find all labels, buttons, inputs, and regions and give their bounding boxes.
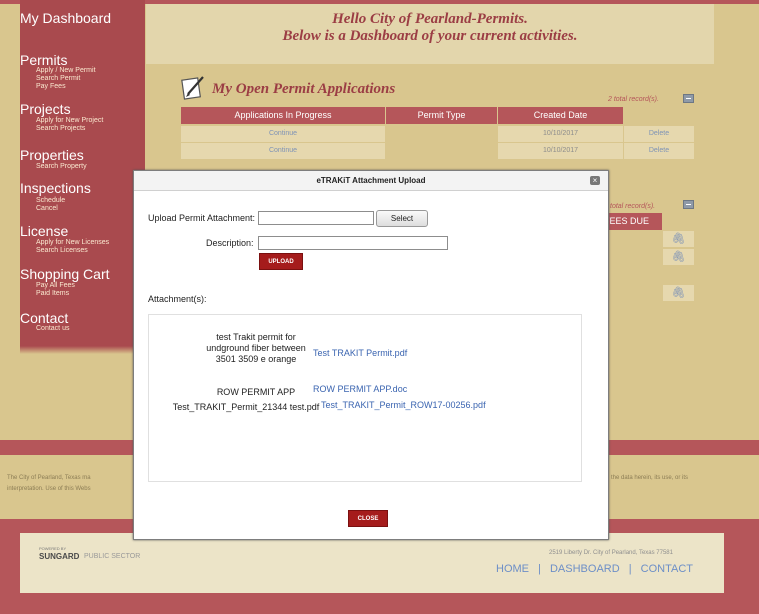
upload-attachment-label: Upload Permit Attachment: — [148, 213, 256, 223]
sidebar-item-paid-items[interactable]: Paid Items — [36, 290, 69, 297]
sidebar-torn-edge — [20, 346, 145, 354]
open-permits-title: My Open Permit Applications — [212, 81, 396, 97]
footer-separator: | — [628, 563, 632, 575]
attachment-description: test Trakit permit for undground fiber b… — [206, 332, 306, 364]
footer-home-link[interactable]: HOME — [496, 563, 529, 575]
description-label: Description: — [206, 238, 254, 248]
sidebar-section-shopping-cart[interactable]: Shopping Cart — [20, 266, 110, 282]
paperclip-icon[interactable]: 🖇 — [663, 231, 694, 247]
attachments-label: Attachment(s): — [148, 294, 207, 304]
greeting-line-2: Below is a Dashboard of your current act… — [282, 28, 578, 44]
attachment-file-link[interactable]: ROW PERMIT APP.doc — [313, 384, 407, 394]
attachment-file-link[interactable]: Test TRAKIT Permit.pdf — [313, 348, 407, 358]
sidebar-item-apply-new-permit[interactable]: Apply / New Permit — [36, 67, 96, 74]
continue-link[interactable]: Continue — [181, 143, 385, 159]
sidebar-item-pay-all-fees[interactable]: Pay All Fees — [36, 282, 75, 289]
attachment-upload-dialog: eTRAKiT Attachment Upload × Upload Permi… — [133, 170, 609, 540]
sidebar-section-inspections[interactable]: Inspections — [20, 180, 91, 196]
disclaimer-text-left: The City of Pearland, Texas ma — [7, 475, 91, 481]
footer-separator: | — [538, 563, 541, 575]
sidebar-section-license[interactable]: License — [20, 223, 68, 239]
close-button[interactable]: CLOSE — [348, 510, 388, 527]
paperclip-icon[interactable]: 🖇 — [663, 285, 694, 301]
paperclip-icon[interactable]: 🖇 — [663, 249, 694, 265]
sidebar-item-cancel[interactable]: Cancel — [36, 205, 58, 212]
attachments-list: test Trakit permit for undground fiber b… — [148, 314, 582, 482]
attachment-description: Test_TRAKIT_Permit_21344 test.pdf — [172, 402, 320, 412]
sungard-logo: SUNGARD — [39, 552, 80, 561]
collapse-open-permits-button[interactable] — [683, 94, 694, 103]
column-header-permit-type: Permit Type — [386, 107, 497, 124]
footer-dashboard-link[interactable]: DASHBOARD — [550, 563, 620, 575]
attachment-file-link[interactable]: Test_TRAKIT_Permit_ROW17-00256.pdf — [321, 400, 486, 410]
public-sector-label: PUBLIC SECTOR — [84, 553, 141, 560]
powered-by-label: POWERED BY — [39, 546, 67, 551]
column-header-applications: Applications In Progress — [181, 107, 385, 124]
sidebar-item-search-permit[interactable]: Search Permit — [36, 75, 80, 82]
sidebar-item-search-licenses[interactable]: Search Licenses — [36, 247, 88, 254]
sidebar-item-search-projects[interactable]: Search Projects — [36, 125, 85, 132]
sidebar-item-search-property[interactable]: Search Property — [36, 163, 87, 170]
select-file-button[interactable]: Select — [376, 210, 428, 227]
sidebar-dashboard-link[interactable]: My Dashboard — [20, 10, 111, 26]
delete-link[interactable]: Delete — [624, 126, 694, 142]
attachment-description: ROW PERMIT APP — [216, 387, 296, 397]
description-input[interactable] — [258, 236, 448, 250]
delete-link[interactable]: Delete — [624, 143, 694, 159]
collapse-second-section-button[interactable] — [683, 200, 694, 209]
created-date-cell: 10/10/2017 — [498, 143, 623, 159]
disclaimer-text-right: the data herein, its use, or its — [611, 475, 689, 481]
pencil-paper-icon — [180, 74, 206, 100]
footer-contact-link[interactable]: CONTACT — [641, 563, 693, 575]
created-date-cell: 10/10/2017 — [498, 126, 623, 142]
dialog-title: eTRAKiT Attachment Upload — [134, 171, 608, 191]
column-header-created-date: Created Date — [498, 107, 623, 124]
sidebar-item-apply-new-licenses[interactable]: Apply for New Licenses — [36, 239, 109, 246]
upload-file-input[interactable] — [258, 211, 374, 225]
greeting-line-1: Hello City of Pearland-Permits. — [332, 11, 528, 27]
sidebar-item-schedule[interactable]: Schedule — [36, 197, 65, 204]
open-permits-record-count: 2 total record(s). — [608, 96, 659, 103]
footer-nav: HOME | DASHBOARD | CONTACT — [496, 563, 693, 575]
sidebar-item-apply-new-project[interactable]: Apply for New Project — [36, 117, 103, 124]
upload-button[interactable]: UPLOAD — [259, 253, 303, 270]
footer-address: 2519 Liberty Dr. City of Pearland, Texas… — [549, 550, 673, 556]
close-icon[interactable]: × — [590, 176, 600, 185]
sidebar-section-contact[interactable]: Contact — [20, 310, 68, 326]
disclaimer-text-left-2: interpretation. Use of this Webs — [7, 486, 91, 492]
sidebar-item-pay-fees[interactable]: Pay Fees — [36, 83, 66, 90]
sidebar-section-permits[interactable]: Permits — [20, 52, 67, 68]
column-header-fees-due: FEES DUE — [600, 213, 662, 230]
sidebar: My Dashboard Permits Apply / New Permit … — [20, 0, 145, 350]
sidebar-item-contact-us[interactable]: Contact us — [36, 325, 69, 332]
second-section-record-count: total record(s). — [610, 203, 656, 210]
sidebar-section-projects[interactable]: Projects — [20, 101, 71, 117]
continue-link[interactable]: Continue — [181, 126, 385, 142]
sidebar-section-properties[interactable]: Properties — [20, 147, 84, 163]
